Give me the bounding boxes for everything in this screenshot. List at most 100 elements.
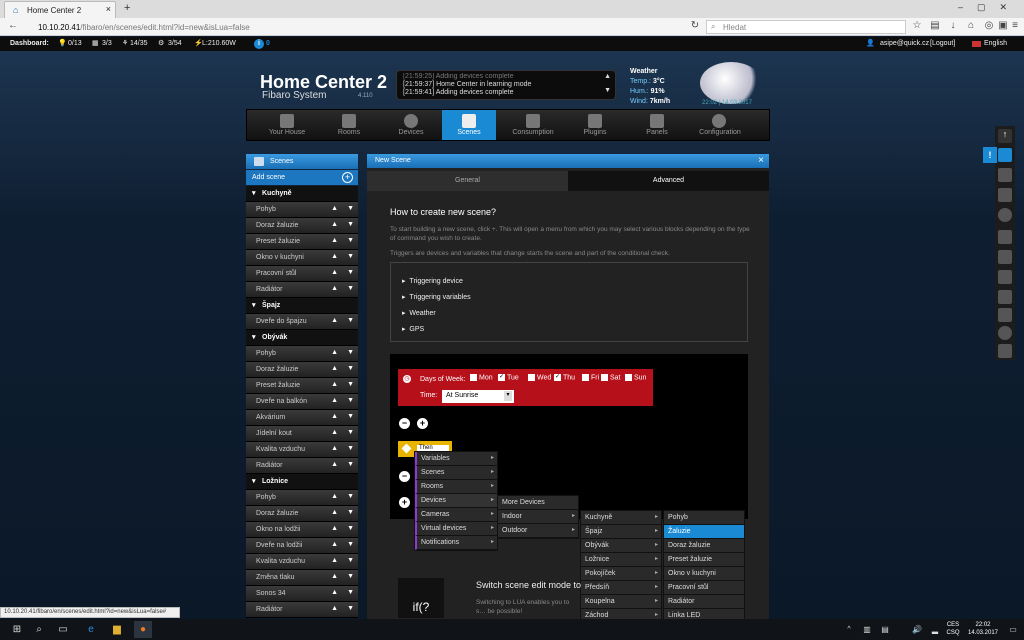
- window-controls[interactable]: –▢✕: [958, 2, 1021, 13]
- nav-configuration[interactable]: Configuration: [688, 110, 752, 140]
- nav-consumption[interactable]: Consumption: [502, 110, 564, 140]
- move-up-icon[interactable]: ▲: [331, 285, 338, 292]
- nav-rooms[interactable]: Rooms: [318, 110, 380, 140]
- menu-item[interactable]: Kuchyně ▸: [581, 511, 661, 525]
- info-icon[interactable]: i: [254, 39, 264, 49]
- add-block-button[interactable]: +: [417, 418, 428, 429]
- chevron-down-icon[interactable]: ▼: [347, 493, 354, 500]
- nav-panels[interactable]: Panels: [626, 110, 688, 140]
- trigger-weather[interactable]: ▸ Weather: [402, 309, 436, 317]
- menu-item[interactable]: Žaluzie: [664, 525, 744, 539]
- chart-icon[interactable]: [998, 250, 1012, 264]
- add-action-button[interactable]: +: [399, 497, 410, 508]
- bookmark-star-icon[interactable]: ☆: [910, 19, 924, 33]
- day-checkbox[interactable]: Wed: [528, 374, 551, 381]
- menu-item[interactable]: Pohyb: [664, 511, 744, 525]
- puzzle-icon[interactable]: [998, 290, 1012, 304]
- windows-start-icon[interactable]: ⊞: [8, 621, 26, 638]
- keyboard-language[interactable]: CES CSQ: [944, 621, 962, 637]
- chevron-down-icon[interactable]: ▼: [347, 429, 354, 436]
- chevron-down-icon[interactable]: ▼: [347, 557, 354, 564]
- stat-sensors[interactable]: 14/35: [130, 37, 148, 51]
- stat-lights[interactable]: 0/13: [68, 37, 82, 51]
- home-button-icon[interactable]: ⌂: [964, 19, 978, 33]
- gear-icon[interactable]: [998, 326, 1012, 340]
- move-up-icon[interactable]: ▲: [331, 461, 338, 468]
- sidebar-scene-item[interactable]: Preset žaluzie ▲ ▼: [246, 378, 358, 394]
- move-up-icon[interactable]: ▲: [331, 445, 338, 452]
- url-bar[interactable]: 10.10.20.41/fibaro/en/scenes/edit.html?i…: [32, 20, 702, 34]
- chevron-down-icon[interactable]: ▼: [347, 573, 354, 580]
- chevron-down-icon[interactable]: ▼: [347, 541, 354, 548]
- ie-icon[interactable]: e: [82, 621, 100, 638]
- sidebar-scene-item[interactable]: Sonos 34 ▲ ▼: [246, 586, 358, 602]
- move-up-icon[interactable]: ▲: [331, 541, 338, 548]
- chevron-down-icon[interactable]: ▼: [347, 221, 354, 228]
- sidebar-scene-item[interactable]: Doraz žaluzie ▲ ▼: [246, 506, 358, 522]
- scroll-up-icon[interactable]: ▲: [604, 73, 611, 81]
- task-view-icon[interactable]: ▭: [54, 621, 72, 638]
- firefox-icon[interactable]: ●: [134, 621, 152, 638]
- move-up-icon[interactable]: ▲: [331, 525, 338, 532]
- menu-item[interactable]: Cameras ▸: [415, 508, 497, 522]
- nav-your-house[interactable]: Your House: [256, 110, 318, 140]
- bulb-icon[interactable]: [998, 208, 1012, 222]
- move-up-icon[interactable]: ▲: [331, 429, 338, 436]
- sidebar-scene-item[interactable]: Radiátor ▲ ▼: [246, 282, 358, 298]
- panel-icon[interactable]: [998, 308, 1012, 322]
- sidebar-scene-item[interactable]: Preset žaluzie ▲ ▼: [246, 234, 358, 250]
- menu-item[interactable]: Pracovní stůl: [664, 581, 744, 595]
- chevron-down-icon[interactable]: ▼: [347, 237, 354, 244]
- stat-blinds[interactable]: 3/3: [102, 37, 112, 51]
- trigger-device[interactable]: ▸ Triggering device: [402, 277, 463, 285]
- logout-link[interactable]: [Logout]: [930, 37, 955, 51]
- folder-tray-icon[interactable]: ▤: [876, 621, 894, 638]
- sidebar-scene-item[interactable]: Dveře na lodžii ▲ ▼: [246, 538, 358, 554]
- chevron-down-icon[interactable]: ▼: [347, 509, 354, 516]
- search-icon[interactable]: ⌕: [30, 621, 48, 638]
- chevron-down-icon[interactable]: ▼: [347, 413, 354, 420]
- plugin-icon[interactable]: [998, 270, 1012, 284]
- sidebar-scene-item[interactable]: Doraz žaluzie ▲ ▼: [246, 218, 358, 234]
- chevron-down-icon[interactable]: ▼: [347, 461, 354, 468]
- day-checkbox[interactable]: Sun: [625, 374, 646, 381]
- sidebar-room-group[interactable]: Kuchyně: [246, 186, 358, 202]
- move-up-icon[interactable]: ▲: [331, 589, 338, 596]
- sidebar-scene-item[interactable]: Kvalita vzduchu ▲ ▼: [246, 442, 358, 458]
- sidebar-scene-item[interactable]: Akvárium ▲ ▼: [246, 410, 358, 426]
- menu-item[interactable]: Indoor ▸: [498, 510, 578, 524]
- sidebar-scene-item[interactable]: Kvalita vzduchu ▲ ▼: [246, 554, 358, 570]
- move-up-icon[interactable]: ▲: [331, 509, 338, 516]
- nav-scenes[interactable]: Scenes: [442, 110, 496, 140]
- chevron-down-icon[interactable]: ▼: [347, 317, 354, 324]
- menu-item[interactable]: Ložnice ▸: [581, 553, 661, 567]
- save-icon[interactable]: [998, 148, 1012, 162]
- sidebar-scene-item[interactable]: Pracovní stůl ▲ ▼: [246, 266, 358, 282]
- menu-item[interactable]: Radiátor: [664, 595, 744, 609]
- move-up-icon[interactable]: ▲: [331, 397, 338, 404]
- chevron-down-icon[interactable]: ▼: [347, 269, 354, 276]
- chevron-down-icon[interactable]: ▼: [347, 589, 354, 596]
- chevron-down-icon[interactable]: ▼: [347, 525, 354, 532]
- logout-icon[interactable]: [998, 344, 1012, 358]
- sidebar-scene-item[interactable]: Dveře na balkón ▲ ▼: [246, 394, 358, 410]
- close-icon[interactable]: ×: [755, 155, 767, 167]
- taskbar-clock[interactable]: 22:02 14.03.2017: [966, 621, 1000, 637]
- move-up-icon[interactable]: ▲: [331, 605, 338, 612]
- menu-item[interactable]: Špajz ▸: [581, 525, 661, 539]
- menu-item[interactable]: Preset žaluzie: [664, 553, 744, 567]
- trigger-variables[interactable]: ▸ Triggering variables: [402, 293, 471, 301]
- menu-item[interactable]: More Devices: [498, 496, 578, 510]
- notification-center-icon[interactable]: ▭: [1004, 621, 1022, 638]
- chevron-down-icon[interactable]: ▼: [347, 253, 354, 260]
- alert-icon[interactable]: !: [983, 147, 997, 163]
- menu-item[interactable]: Virtual devices ▸: [415, 522, 497, 536]
- remove-action-button[interactable]: −: [399, 471, 410, 482]
- nav-devices[interactable]: Devices: [380, 110, 442, 140]
- house-icon[interactable]: [998, 168, 1012, 182]
- nav-plugins[interactable]: Plugins: [564, 110, 626, 140]
- clapper-icon[interactable]: [998, 230, 1012, 244]
- chevron-down-icon[interactable]: ▼: [347, 349, 354, 356]
- close-tab-icon[interactable]: ×: [106, 4, 111, 14]
- add-scene-button[interactable]: +: [342, 172, 353, 183]
